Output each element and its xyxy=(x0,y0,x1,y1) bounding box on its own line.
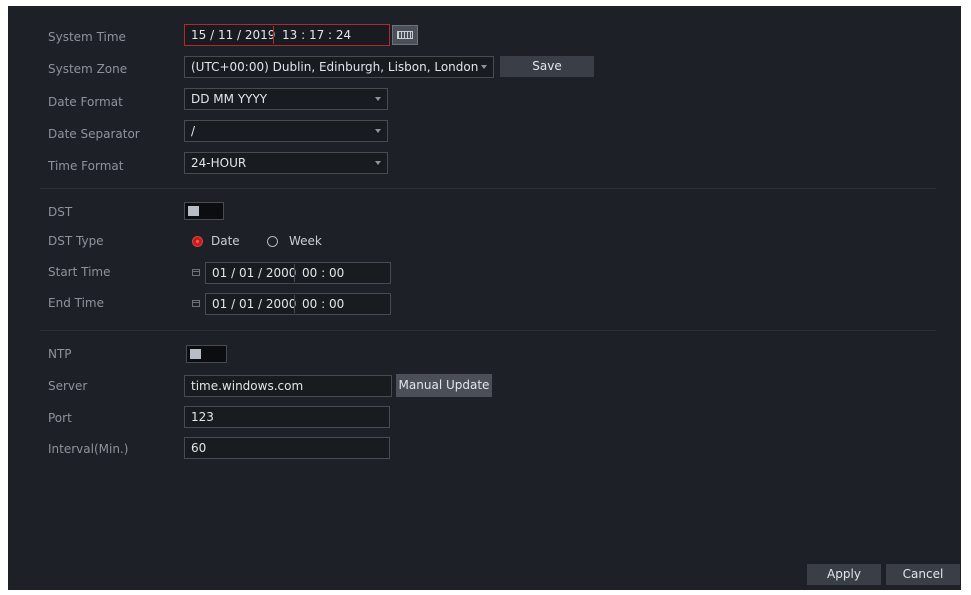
dst-type-label: DST Type xyxy=(48,234,104,248)
system-zone-label: System Zone xyxy=(48,62,128,76)
date-format-value: DD MM YYYY xyxy=(191,92,268,106)
interval-label: Interval(Min.) xyxy=(48,442,129,456)
manual-update-button[interactable]: Manual Update xyxy=(396,374,492,397)
apply-button[interactable]: Apply xyxy=(807,564,881,585)
chevron-down-icon xyxy=(481,65,487,69)
start-time-label: Start Time xyxy=(48,265,111,279)
end-time-date[interactable]: 01 / 01 / 2000 xyxy=(212,294,296,314)
dst-label: DST xyxy=(48,205,73,219)
save-button[interactable]: Save xyxy=(500,56,594,77)
calendar-icon[interactable] xyxy=(192,269,200,276)
chevron-down-icon xyxy=(375,129,381,133)
ntp-toggle[interactable] xyxy=(186,345,227,363)
start-time-date[interactable]: 01 / 01 / 2000 xyxy=(212,263,296,283)
toggle-knob xyxy=(190,349,201,359)
date-separator-value: / xyxy=(191,124,196,138)
start-time-field[interactable]: 01 / 01 / 2000 00 : 00 xyxy=(205,262,391,284)
dst-type-week-label[interactable]: Week xyxy=(289,234,322,248)
time-format-select[interactable]: 24-HOUR xyxy=(184,152,388,174)
dst-toggle[interactable] xyxy=(184,202,224,220)
keyboard-icon xyxy=(397,31,413,39)
system-zone-select[interactable]: (UTC+00:00) Dublin, Edinburgh, Lisbon, L… xyxy=(184,56,494,78)
system-time-date[interactable]: 15 / 11 / 2019 xyxy=(191,25,275,45)
section-divider xyxy=(40,188,936,189)
settings-panel: System Time 15 / 11 / 2019 13 : 17 : 24 … xyxy=(8,6,961,590)
dst-type-date-radio[interactable] xyxy=(192,236,203,247)
cancel-button[interactable]: Cancel xyxy=(886,564,960,585)
dst-type-date-label[interactable]: Date xyxy=(211,234,240,248)
keyboard-button[interactable] xyxy=(392,25,418,45)
system-time-time[interactable]: 13 : 17 : 24 xyxy=(282,25,351,45)
interval-input[interactable]: 60 xyxy=(184,437,390,459)
end-time-label: End Time xyxy=(48,296,104,310)
ntp-label: NTP xyxy=(48,347,72,361)
date-time-separator xyxy=(294,264,295,282)
start-time-time[interactable]: 00 : 00 xyxy=(302,263,344,283)
server-value: time.windows.com xyxy=(191,379,304,393)
interval-value: 60 xyxy=(191,441,207,455)
toggle-knob xyxy=(188,206,199,216)
date-time-separator xyxy=(294,295,295,313)
section-divider xyxy=(40,330,936,331)
time-format-value: 24-HOUR xyxy=(191,156,247,170)
system-zone-value: (UTC+00:00) Dublin, Edinburgh, Lisbon, L… xyxy=(191,60,479,74)
date-time-separator xyxy=(273,26,274,44)
date-format-label: Date Format xyxy=(48,95,123,109)
end-time-time[interactable]: 00 : 00 xyxy=(302,294,344,314)
system-time-label: System Time xyxy=(48,30,126,44)
chevron-down-icon xyxy=(375,161,381,165)
date-separator-select[interactable]: / xyxy=(184,120,388,142)
calendar-icon[interactable] xyxy=(192,300,200,307)
port-label: Port xyxy=(48,411,72,425)
server-input[interactable]: time.windows.com xyxy=(184,375,392,397)
date-format-select[interactable]: DD MM YYYY xyxy=(184,88,388,110)
end-time-field[interactable]: 01 / 01 / 2000 00 : 00 xyxy=(205,293,391,315)
port-input[interactable]: 123 xyxy=(184,406,390,428)
dst-type-week-radio[interactable] xyxy=(267,236,278,247)
server-label: Server xyxy=(48,379,88,393)
chevron-down-icon xyxy=(375,97,381,101)
date-separator-label: Date Separator xyxy=(48,127,140,141)
port-value: 123 xyxy=(191,410,214,424)
system-time-field[interactable]: 15 / 11 / 2019 13 : 17 : 24 xyxy=(184,24,390,46)
time-format-label: Time Format xyxy=(48,159,124,173)
